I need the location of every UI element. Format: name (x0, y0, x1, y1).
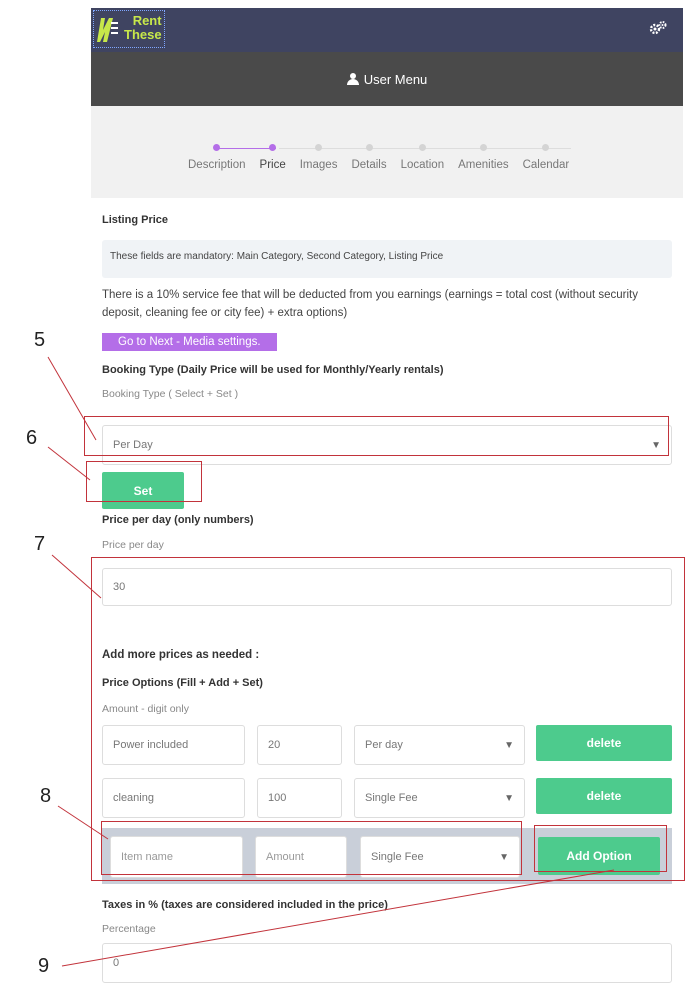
step-label: Description (188, 159, 246, 171)
go-to-next-button[interactable]: Go to Next - Media settings. (102, 333, 277, 351)
price-per-day-title: Price per day (only numbers) (102, 514, 254, 526)
listing-price-title: Listing Price (102, 214, 169, 226)
step-label: Details (351, 159, 387, 171)
progress-steps: Description Price Images Details Locatio… (181, 144, 576, 171)
annotation-box-9 (534, 825, 667, 872)
user-menu-button[interactable]: User Menu (91, 52, 683, 106)
booking-type-sublabel: Booking Type ( Select + Set ) (102, 388, 239, 400)
logo-line-2: These (124, 27, 162, 42)
progress-steps-panel: Description Price Images Details Locatio… (91, 106, 683, 198)
taxes-value: 0 (113, 957, 120, 969)
annotation-box-5 (84, 416, 669, 456)
step-label: Calendar (522, 159, 570, 171)
step-label: Location (400, 159, 445, 171)
annotation-box-6 (86, 461, 202, 502)
step-label: Price (259, 159, 286, 171)
step-calendar[interactable]: Calendar (516, 144, 577, 171)
callout-5: 5 (34, 329, 46, 351)
step-dot (213, 144, 221, 151)
user-icon (346, 73, 359, 85)
callout-9: 9 (38, 955, 50, 977)
logo[interactable]: Rent These (93, 10, 165, 48)
callout-8: 8 (40, 785, 52, 807)
step-label: Amenities (458, 159, 509, 171)
taxes-sublabel: Percentage (102, 923, 156, 935)
step-amenities[interactable]: Amenities (451, 144, 516, 171)
step-details[interactable]: Details (344, 144, 393, 171)
step-price[interactable]: Price (253, 144, 293, 171)
taxes-percentage-input[interactable]: 0 (102, 943, 672, 983)
logo-mark-icon (97, 18, 118, 42)
step-dot (315, 144, 323, 151)
logo-text: Rent These (124, 14, 162, 42)
annotation-box-8 (101, 821, 522, 875)
taxes-title: Taxes in % (taxes are considered include… (102, 899, 388, 911)
step-dot (365, 144, 373, 151)
callout-7: 7 (34, 533, 46, 555)
gears-icon[interactable] (649, 20, 667, 41)
step-dot (269, 144, 277, 151)
price-per-day-sublabel: Price per day (102, 539, 164, 551)
step-dot (542, 144, 550, 151)
top-bar: Rent These (91, 8, 683, 52)
callout-6: 6 (26, 427, 38, 449)
mandatory-notice: These fields are mandatory: Main Categor… (102, 240, 672, 278)
logo-line-1: Rent (132, 13, 162, 28)
step-description[interactable]: Description (181, 144, 253, 171)
step-location[interactable]: Location (394, 144, 451, 171)
step-images[interactable]: Images (293, 144, 345, 171)
step-dot (418, 144, 426, 151)
user-menu-label: User Menu (363, 71, 428, 87)
step-label: Images (299, 159, 338, 171)
booking-type-title: Booking Type (Daily Price will be used f… (102, 364, 444, 376)
service-fee-text: There is a 10% service fee that will be … (102, 289, 638, 319)
step-dot (479, 144, 487, 151)
